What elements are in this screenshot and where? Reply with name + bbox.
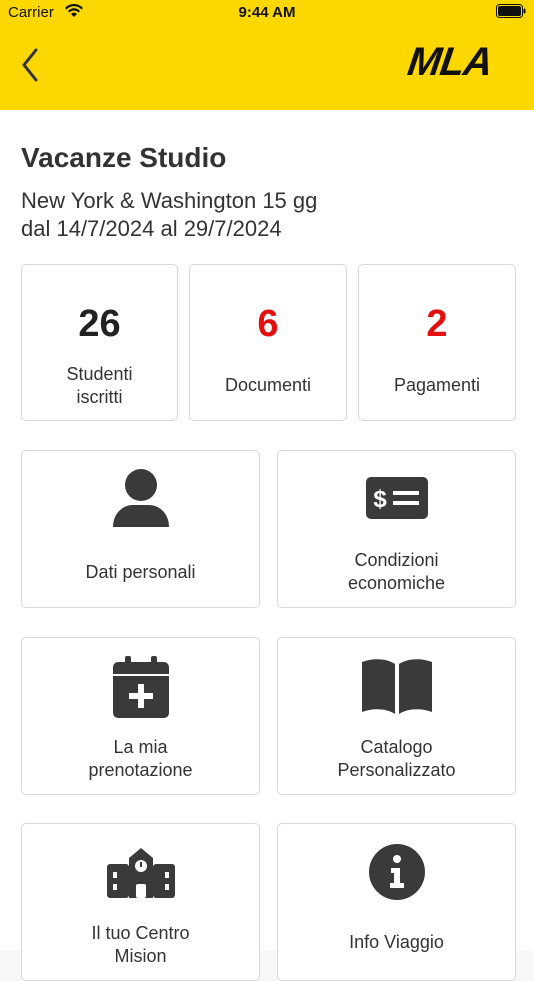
- payments-label: Pagamenti: [393, 375, 481, 395]
- center-card[interactable]: Il tuo Centro Mision: [21, 823, 260, 981]
- calendar-plus-icon: [112, 656, 169, 718]
- center-label-line2: Mision: [114, 946, 167, 966]
- school-icon: [106, 848, 175, 898]
- info-icon: [368, 844, 425, 900]
- app-header: Carrier 9:44 AM MLA: [0, 0, 534, 110]
- book-icon: [361, 659, 432, 714]
- money-bill-icon: $: [365, 477, 428, 519]
- battery-icon: [496, 4, 526, 18]
- payments-card[interactable]: 2 Pagamenti: [358, 264, 516, 421]
- center-label-line1: Il tuo Centro: [91, 923, 190, 943]
- main-content: Vacanze Studio New York & Washington 15 …: [0, 110, 534, 981]
- trip-info-card[interactable]: Info Viaggio: [277, 823, 516, 981]
- user-icon: [112, 469, 169, 527]
- students-label-line1: Studenti: [66, 364, 133, 384]
- mla-logo: MLA: [405, 40, 496, 84]
- payments-count: 2: [426, 303, 448, 345]
- status-time: 9:44 AM: [238, 4, 296, 21]
- documents-label: Documenti: [224, 375, 312, 395]
- students-card[interactable]: 26 Studenti iscritti: [21, 264, 178, 421]
- page-title: Vacanze Studio: [21, 142, 227, 173]
- economic-conditions-line2: economiche: [347, 573, 446, 593]
- personal-data-label: Dati personali: [85, 562, 196, 582]
- catalog-label-line2: Personalizzato: [337, 760, 456, 780]
- trip-dates: dal 14/7/2024 al 29/7/2024: [21, 216, 282, 241]
- svg-text:$: $: [373, 486, 387, 513]
- catalog-card[interactable]: Catalogo Personalizzato: [277, 637, 516, 795]
- personal-data-card[interactable]: Dati personali: [21, 450, 260, 608]
- catalog-label-line1: Catalogo: [360, 737, 433, 757]
- trip-info-label: Info Viaggio: [349, 932, 444, 952]
- economic-conditions-card[interactable]: $ Condizioni economiche: [277, 450, 516, 608]
- booking-label-line1: La mia: [113, 737, 168, 757]
- status-bar: Carrier 9:44 AM: [0, 0, 534, 24]
- students-label-line2: iscritti: [76, 387, 123, 407]
- documents-card[interactable]: 6 Documenti: [189, 264, 347, 421]
- students-count: 26: [78, 303, 121, 345]
- documents-count: 6: [257, 303, 279, 345]
- booking-card[interactable]: La mia prenotazione: [21, 637, 260, 795]
- trip-destination: New York & Washington 15 gg: [21, 188, 318, 213]
- booking-label-line2: prenotazione: [88, 760, 193, 780]
- back-button[interactable]: [18, 44, 44, 86]
- economic-conditions-line1: Condizioni: [354, 550, 439, 570]
